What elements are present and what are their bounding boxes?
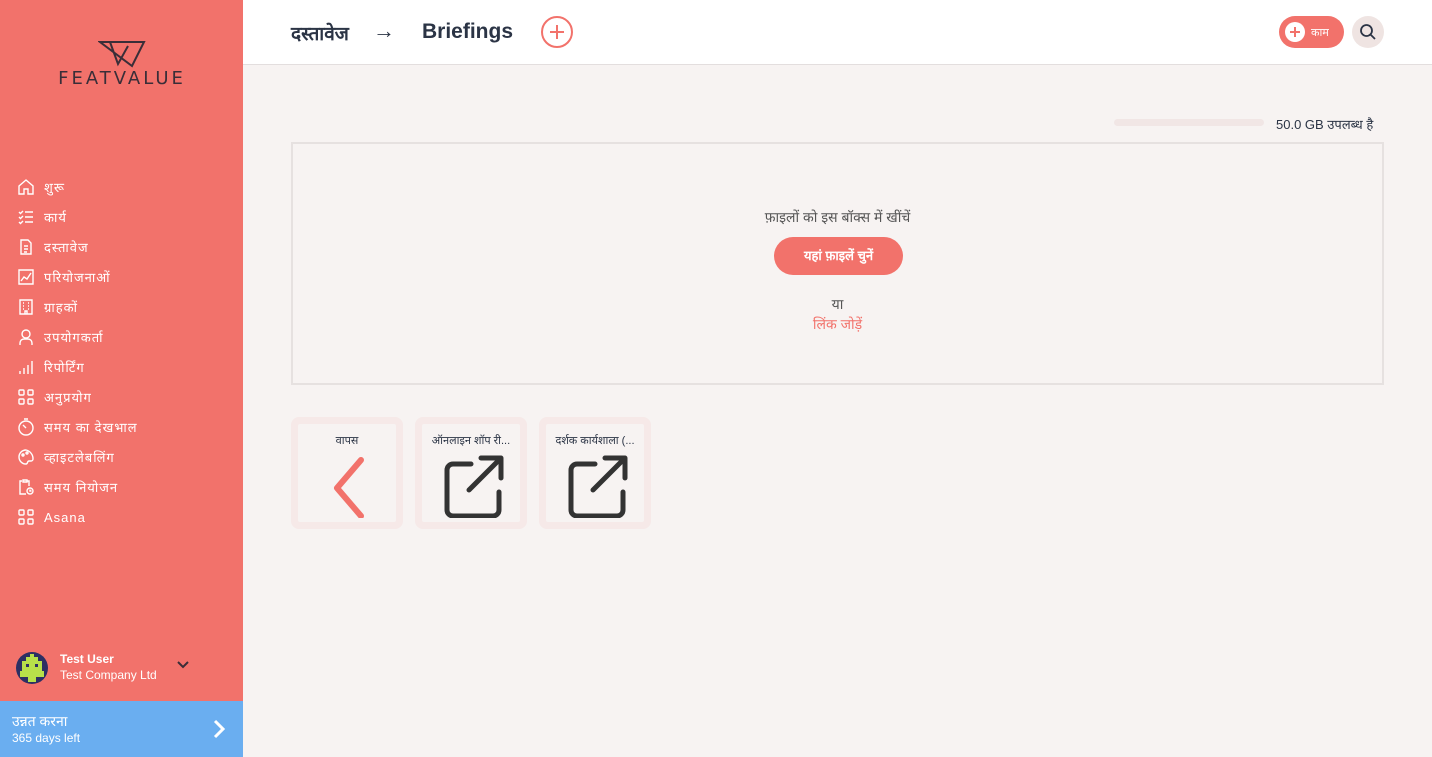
sidebar-item-label: अनुप्रयोग bbox=[44, 390, 92, 405]
breadcrumb-arrow-icon: → bbox=[373, 18, 395, 43]
external-link-icon bbox=[568, 455, 628, 518]
file-drop-zone[interactable]: फ़ाइलों को इस बॉक्स में खींचें यहां फ़ाइ… bbox=[291, 142, 1384, 385]
sidebar-item-home[interactable]: शुरू bbox=[16, 172, 236, 202]
sidebar-item-scheduling[interactable]: समय नियोजन bbox=[16, 472, 236, 502]
sidebar-item-label: कार्य bbox=[44, 210, 67, 225]
user-icon bbox=[16, 327, 36, 347]
external-link-icon bbox=[444, 455, 504, 518]
upgrade-title: उन्नत करना bbox=[12, 713, 68, 729]
building-icon bbox=[16, 297, 36, 317]
sidebar-item-label: Asana bbox=[44, 509, 86, 525]
sidebar-item-asana[interactable]: Asana bbox=[16, 502, 236, 532]
back-tile[interactable]: वापस bbox=[291, 417, 403, 529]
clipboard-clock-icon bbox=[16, 477, 36, 497]
chevron-right-icon bbox=[213, 719, 226, 739]
add-link-link[interactable]: लिंक जोड़ें bbox=[293, 315, 1382, 334]
storage-usage-bar bbox=[1114, 119, 1264, 126]
tile-label: ऑनलाइन शॉप री... bbox=[431, 435, 511, 447]
new-task-label: काम bbox=[1311, 27, 1329, 39]
sidebar-item-label: दस्तावेज bbox=[44, 240, 89, 255]
document-tile[interactable]: दर्शक कार्यशाला (... bbox=[539, 417, 651, 529]
sidebar-item-label: ग्राहकों bbox=[44, 300, 78, 315]
drop-instruction: फ़ाइलों को इस बॉक्स में खींचें bbox=[764, 209, 911, 225]
search-button[interactable] bbox=[1352, 16, 1384, 48]
sidebar-item-label: रिपोर्टिंग bbox=[44, 360, 85, 375]
sidebar-item-clients[interactable]: ग्राहकों bbox=[16, 292, 236, 322]
sidebar-item-projects[interactable]: परियोजनाओं bbox=[16, 262, 236, 292]
tile-body: वापस bbox=[298, 424, 396, 522]
new-task-button[interactable]: काम bbox=[1279, 16, 1344, 48]
document-icon bbox=[16, 237, 36, 257]
logo-mark-icon bbox=[98, 41, 146, 68]
sidebar-item-label: व्हाइटलेबलिंग bbox=[44, 450, 115, 465]
tile-body: दर्शक कार्यशाला (... bbox=[546, 424, 644, 522]
choose-files-button[interactable]: यहां फ़ाइलें चुनें bbox=[774, 237, 903, 275]
bar-chart-icon bbox=[16, 357, 36, 377]
tile-label: वापस bbox=[335, 435, 359, 447]
breadcrumb-root[interactable]: दस्तावेज bbox=[291, 20, 349, 46]
home-icon bbox=[16, 177, 36, 197]
search-icon bbox=[1360, 24, 1376, 40]
timer-icon bbox=[16, 417, 36, 437]
sidebar-item-apps[interactable]: अनुप्रयोग bbox=[16, 382, 236, 412]
tile-body: ऑनलाइन शॉप री... bbox=[422, 424, 520, 522]
plus-icon bbox=[1285, 22, 1305, 42]
tile-label: दर्शक कार्यशाला (... bbox=[555, 435, 635, 447]
page-title: Briefings bbox=[422, 20, 514, 43]
sidebar-item-label: समय का देखभाल bbox=[44, 420, 138, 435]
palette-icon bbox=[16, 447, 36, 467]
sidebar-item-users[interactable]: उपयोगकर्ता bbox=[16, 322, 236, 352]
sidebar-item-whitelabeling[interactable]: व्हाइटलेबलिंग bbox=[16, 442, 236, 472]
sidebar-nav: शुरू कार्य दस्तावेज परियोजनाओं ग्राहकों … bbox=[16, 172, 236, 532]
sidebar-item-documents[interactable]: दस्तावेज bbox=[16, 232, 236, 262]
or-separator: या bbox=[831, 296, 844, 312]
add-folder-button[interactable] bbox=[541, 16, 573, 48]
chart-icon bbox=[16, 267, 36, 287]
sidebar-item-label: परियोजनाओं bbox=[44, 270, 111, 285]
apps-icon bbox=[16, 387, 36, 407]
avatar bbox=[16, 652, 48, 684]
storage-available-text: 50.0 GB उपलब्ध है bbox=[1276, 117, 1374, 132]
upgrade-days-left: 365 days left bbox=[12, 731, 81, 745]
apps-icon bbox=[16, 507, 36, 527]
chevron-down-icon[interactable] bbox=[176, 658, 190, 672]
document-tile[interactable]: ऑनलाइन शॉप री... bbox=[415, 417, 527, 529]
sidebar: FEATVALUE शुरू कार्य दस्तावेज परियोजनाओं… bbox=[0, 0, 243, 757]
upgrade-banner[interactable]: उन्नत करना 365 days left bbox=[0, 701, 243, 757]
user-name: Test User bbox=[60, 652, 114, 666]
sidebar-item-time-tracking[interactable]: समय का देखभाल bbox=[16, 412, 236, 442]
top-header: दस्तावेज → Briefings काम bbox=[243, 0, 1432, 65]
sidebar-item-label: उपयोगकर्ता bbox=[44, 330, 104, 345]
user-menu[interactable]: Test User Test Company Ltd bbox=[16, 650, 231, 688]
sidebar-item-reporting[interactable]: रिपोर्टिंग bbox=[16, 352, 236, 382]
featvalue-logo[interactable]: FEATVALUE bbox=[36, 40, 208, 90]
logo-text: FEATVALUE bbox=[58, 68, 186, 89]
user-company: Test Company Ltd bbox=[60, 668, 157, 682]
chevron-left-icon bbox=[334, 457, 364, 518]
task-list-icon bbox=[16, 207, 36, 227]
sidebar-item-label: शुरू bbox=[44, 180, 65, 195]
sidebar-item-tasks[interactable]: कार्य bbox=[16, 202, 236, 232]
sidebar-item-label: समय नियोजन bbox=[44, 480, 119, 495]
